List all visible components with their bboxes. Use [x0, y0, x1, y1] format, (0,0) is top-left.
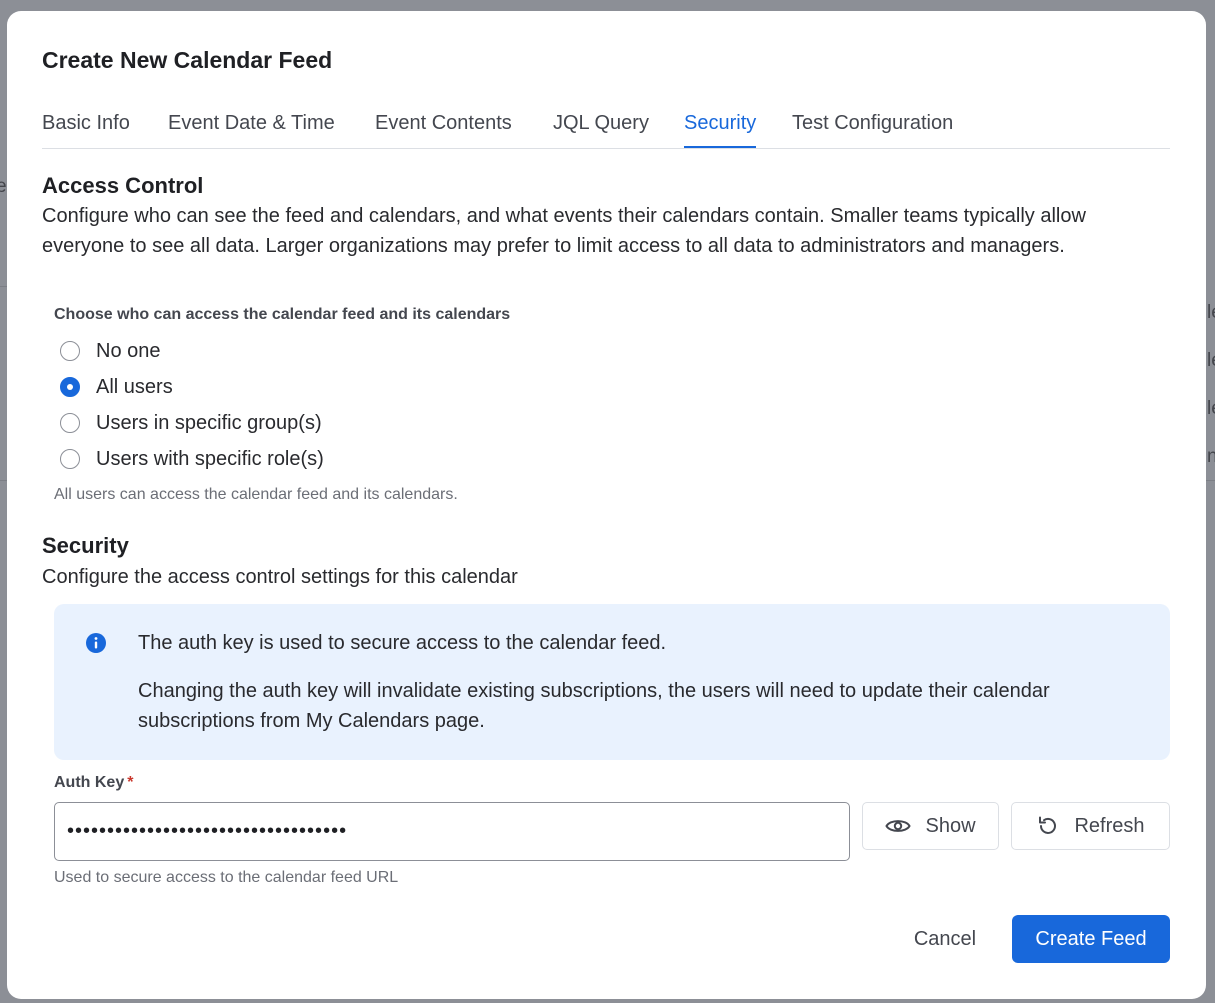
access-question-label: Choose who can access the calendar feed … — [54, 306, 511, 323]
radio-label: Users with specific role(s) — [96, 447, 324, 470]
create-calendar-feed-dialog: Create New Calendar Feed Basic Info Even… — [7, 11, 1206, 999]
radio-option-all-users[interactable]: All users — [60, 373, 173, 401]
tab-event-contents[interactable]: Event Contents — [375, 112, 512, 148]
auth-key-help-text: Used to secure access to the calendar fe… — [54, 869, 399, 886]
access-control-heading: Access Control — [42, 173, 204, 198]
radio-button[interactable] — [60, 341, 80, 361]
auth-key-value: ••••••••••••••••••••••••••••••••••• — [67, 820, 348, 842]
background-fragment: le — [1207, 398, 1215, 419]
show-button-label: Show — [925, 814, 976, 837]
tab-jql-query[interactable]: JQL Query — [553, 112, 649, 148]
auth-key-label: Auth Key * — [54, 774, 133, 792]
info-icon — [86, 633, 106, 653]
radio-option-specific-roles[interactable]: Users with specific role(s) — [60, 445, 324, 473]
background-divider — [0, 480, 7, 481]
background-fragment: le — [1207, 350, 1215, 371]
tab-event-date-time[interactable]: Event Date & Time — [168, 112, 335, 148]
radio-option-specific-groups[interactable]: Users in specific group(s) — [60, 409, 322, 437]
refresh-button-label: Refresh — [1074, 814, 1145, 837]
refresh-key-button[interactable]: Refresh — [1011, 802, 1170, 850]
background-fragment: le — [1207, 302, 1215, 323]
tab-test-configuration[interactable]: Test Configuration — [792, 112, 953, 148]
show-key-button[interactable]: Show — [862, 802, 999, 850]
auth-key-input[interactable]: ••••••••••••••••••••••••••••••••••• — [54, 802, 850, 861]
tab-basic-info[interactable]: Basic Info — [42, 112, 130, 148]
background-divider — [1206, 480, 1215, 481]
background-divider — [0, 286, 7, 287]
radio-button[interactable] — [60, 413, 80, 433]
tab-security[interactable]: Security — [684, 112, 757, 148]
tab-bar: Basic Info Event Date & Time Event Conte… — [42, 110, 1170, 149]
radio-option-no-one[interactable]: No one — [60, 337, 161, 365]
radio-label: Users in specific group(s) — [96, 411, 322, 434]
radio-label: No one — [96, 339, 161, 362]
radio-label: All users — [96, 375, 173, 398]
info-text-primary: The auth key is used to secure access to… — [138, 632, 667, 654]
radio-button-selected[interactable] — [60, 377, 80, 397]
cancel-button[interactable]: Cancel — [900, 915, 990, 963]
access-help-text: All users can access the calendar feed a… — [54, 486, 458, 503]
access-control-description: Configure who can see the feed and calen… — [42, 205, 1086, 257]
background-fragment: n — [1207, 446, 1215, 467]
required-marker: * — [127, 774, 134, 791]
dialog-title: Create New Calendar Feed — [42, 47, 333, 73]
refresh-icon — [1039, 816, 1057, 834]
security-heading: Security — [42, 533, 129, 558]
radio-button[interactable] — [60, 449, 80, 469]
create-feed-button[interactable]: Create Feed — [1012, 915, 1170, 963]
eye-icon — [885, 820, 912, 832]
background-fragment: e — [0, 176, 7, 197]
info-message: The auth key is used to secure access to… — [54, 604, 1170, 760]
security-description: Configure the access control settings fo… — [42, 566, 518, 588]
info-text-secondary: Changing the auth key will invalidate ex… — [138, 680, 1050, 732]
auth-key-label-text: Auth Key — [54, 774, 125, 791]
